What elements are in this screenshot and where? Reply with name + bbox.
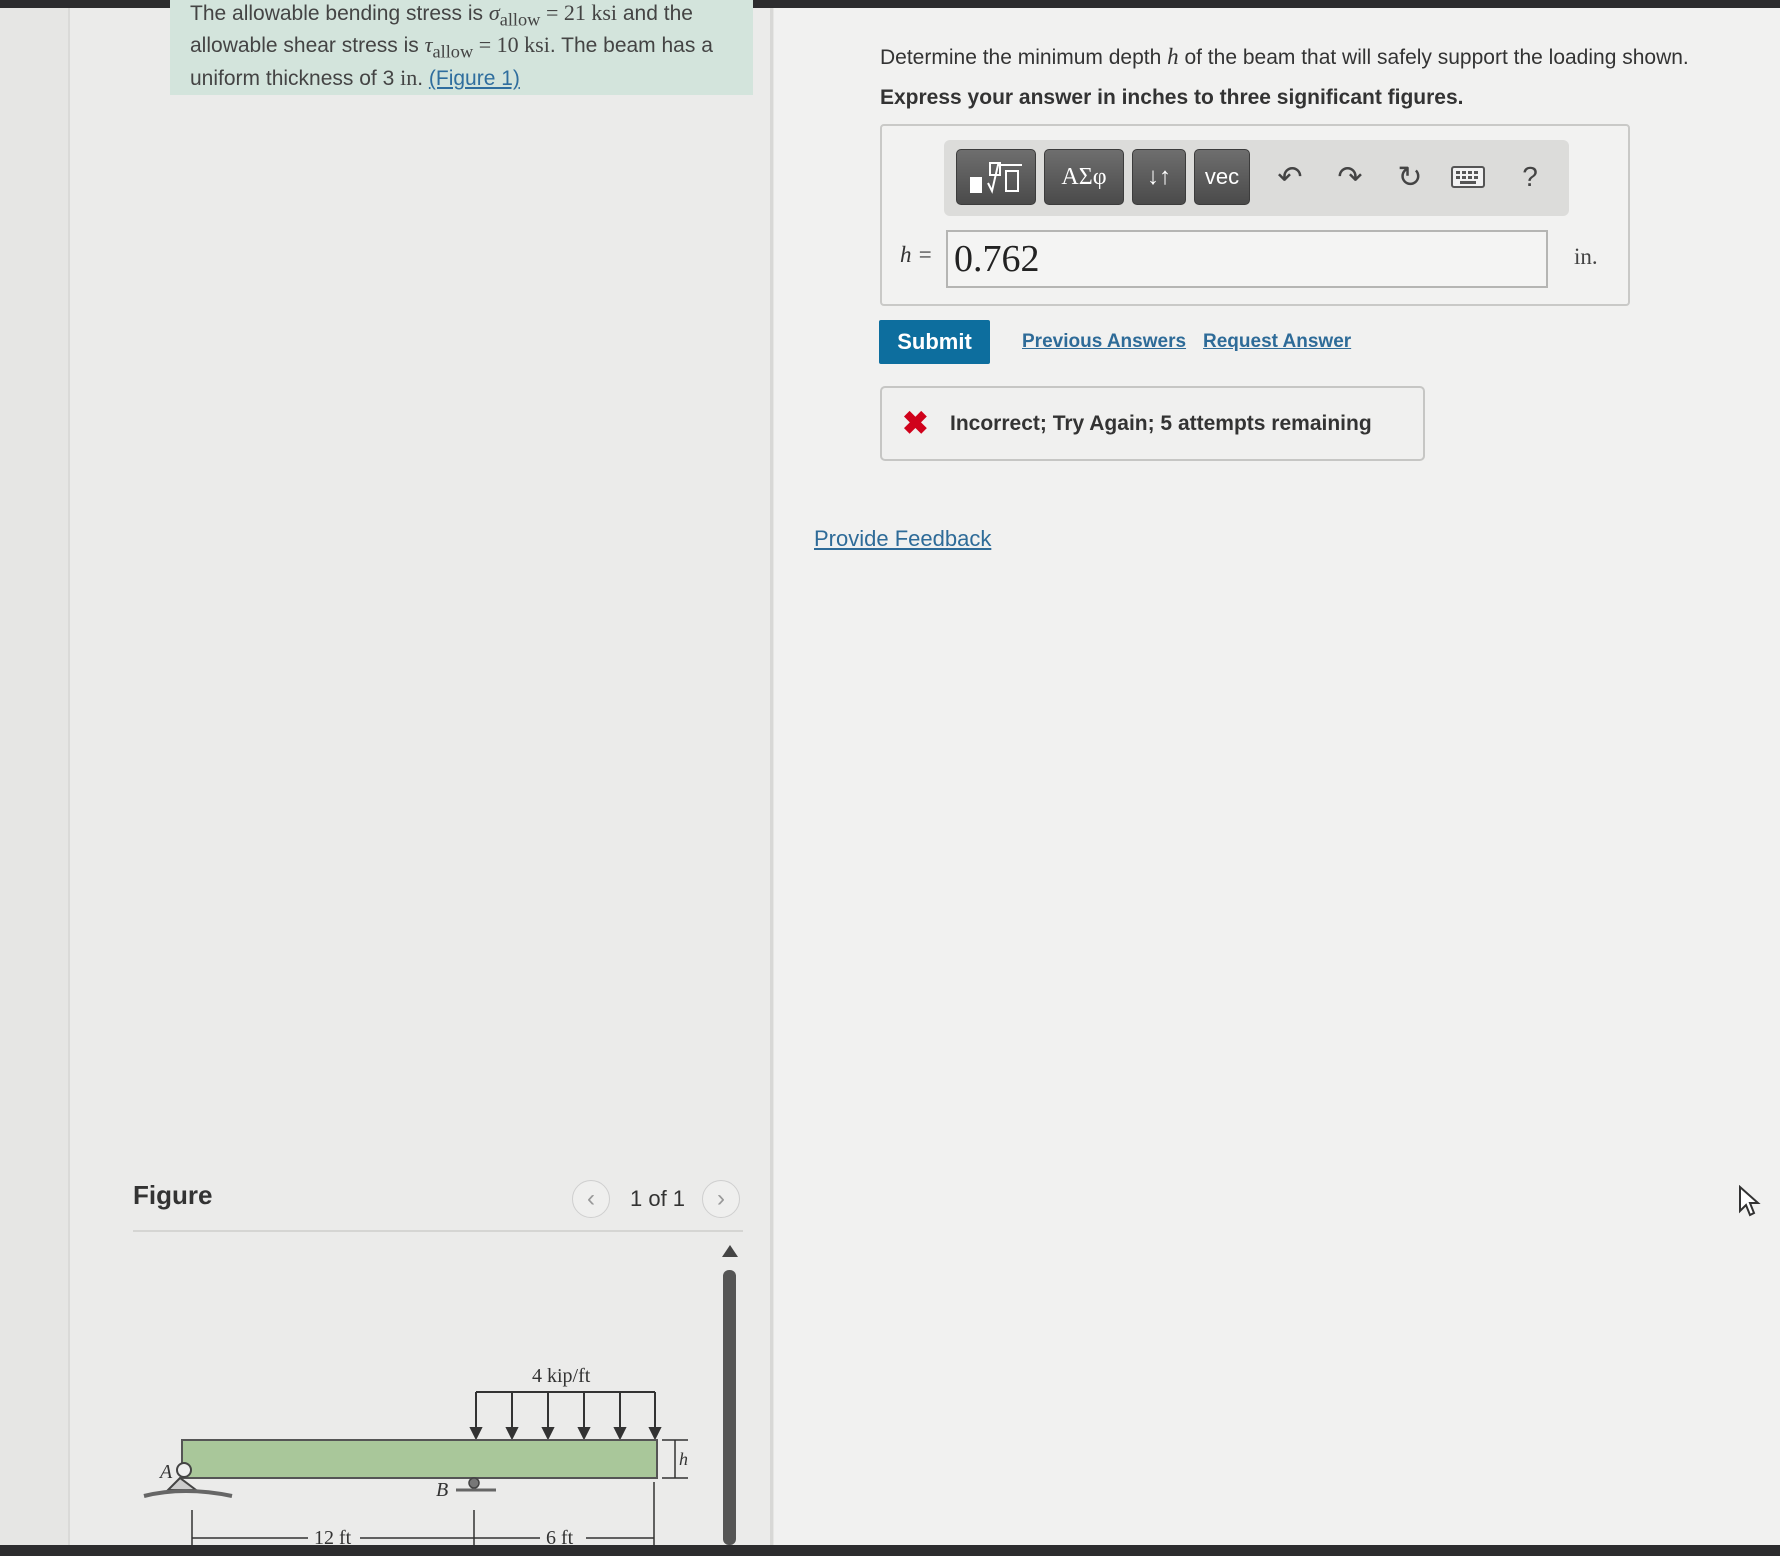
unit: in (400, 64, 418, 90)
problem-statement: The allowable bending stress is σallow =… (170, 0, 753, 95)
figure-divider (133, 1230, 743, 1232)
statement-line-3: uniform thickness of 3 in. (Figure 1) (190, 65, 735, 91)
text: of the beam that will safely support the… (1178, 46, 1689, 69)
beam-diagram: 4 kip/ft h A B 12 ft 6 ft (143, 1365, 688, 1545)
statement-line-1: The allowable bending stress is σallow =… (190, 0, 735, 32)
answer-instruction: Express your answer in inches to three s… (880, 86, 1464, 109)
panel-divider[interactable] (770, 8, 773, 1545)
figure-counter: 1 of 1 (630, 1186, 686, 1211)
figure-next-button[interactable]: › (702, 1180, 740, 1218)
subscript-superscript-button[interactable]: ↓↑ (1132, 149, 1186, 205)
question-text: Determine the minimum depth h of the bea… (880, 44, 1689, 70)
span-ab-label: 12 ft (314, 1527, 352, 1545)
unit: ksi (591, 0, 618, 25)
scroll-up-arrow-icon[interactable] (722, 1245, 738, 1257)
text: . (417, 66, 429, 90)
support-a-label: A (158, 1461, 173, 1483)
support-b-label: B (436, 1479, 448, 1501)
depth-dimension: h (662, 1439, 688, 1479)
answer-box: ΑΣφ ↓↑ vec ↶ ↷ ↻ ? h = 0.762 in. (880, 124, 1630, 306)
text: uniform thickness of 3 (190, 66, 401, 90)
text: allowable shear stress is (190, 34, 425, 58)
sigma-symbol: σallow (488, 0, 541, 30)
figure-title: Figure (133, 1180, 213, 1210)
depth-label: h (679, 1449, 688, 1469)
feedback-message: Incorrect; Try Again; 5 attempts remaini… (950, 412, 1372, 435)
tau-symbol: τallow (424, 32, 474, 62)
statement-line-2: allowable shear stress is τallow = 10 ks… (190, 32, 735, 64)
keyboard-icon[interactable] (1444, 152, 1492, 202)
text: . The beam has a (549, 34, 713, 58)
figure-link[interactable]: (Figure 1) (429, 67, 520, 90)
reset-icon[interactable]: ↻ (1386, 152, 1434, 202)
text: The allowable bending stress is (190, 2, 489, 25)
roller-support-b: B (436, 1477, 496, 1501)
variable: h (1167, 44, 1179, 69)
previous-answers-link[interactable]: Previous Answers (1022, 331, 1186, 353)
submit-button[interactable]: Submit (879, 320, 990, 364)
redo-icon[interactable]: ↷ (1326, 152, 1374, 202)
equals-value: = 21 (540, 0, 592, 25)
overhang-label: 6 ft (546, 1527, 574, 1545)
feedback-box: ✖ Incorrect; Try Again; 5 attempts remai… (880, 386, 1425, 461)
math-toolbar: ΑΣφ ↓↑ vec ↶ ↷ ↻ ? (944, 140, 1569, 216)
unit: ksi (524, 32, 550, 58)
greek-symbols-button[interactable]: ΑΣφ (1044, 149, 1124, 205)
figure-prev-button[interactable]: ‹ (572, 1180, 610, 1218)
figure-scrollbar[interactable] (723, 1270, 736, 1545)
error-x-icon: ✖ (902, 405, 929, 441)
length-dimensions: 12 ft 6 ft (191, 1482, 655, 1545)
request-answer-link[interactable]: Request Answer (1203, 331, 1351, 353)
answer-unit: in. (1574, 244, 1598, 269)
keyboard-glyph (1451, 166, 1485, 188)
bottom-bar (0, 1545, 1780, 1556)
text: Determine the minimum depth (880, 46, 1168, 69)
vector-button[interactable]: vec (1194, 149, 1250, 205)
templates-button[interactable] (956, 149, 1036, 205)
beam (181, 1439, 658, 1479)
undo-icon[interactable]: ↶ (1266, 152, 1314, 202)
provide-feedback-link[interactable]: Provide Feedback (814, 526, 991, 552)
mouse-cursor-icon (1739, 1185, 1761, 1217)
answer-input[interactable]: 0.762 (946, 230, 1548, 288)
distributed-load: 4 kip/ft (469, 1365, 662, 1441)
help-icon[interactable]: ? (1506, 152, 1554, 202)
load-label: 4 kip/ft (532, 1365, 591, 1387)
template-icon (970, 162, 1022, 194)
answer-variable-label: h = (900, 242, 933, 267)
equals-value: = 10 (473, 32, 525, 58)
left-panel (70, 8, 770, 1545)
text: and the (617, 2, 693, 25)
